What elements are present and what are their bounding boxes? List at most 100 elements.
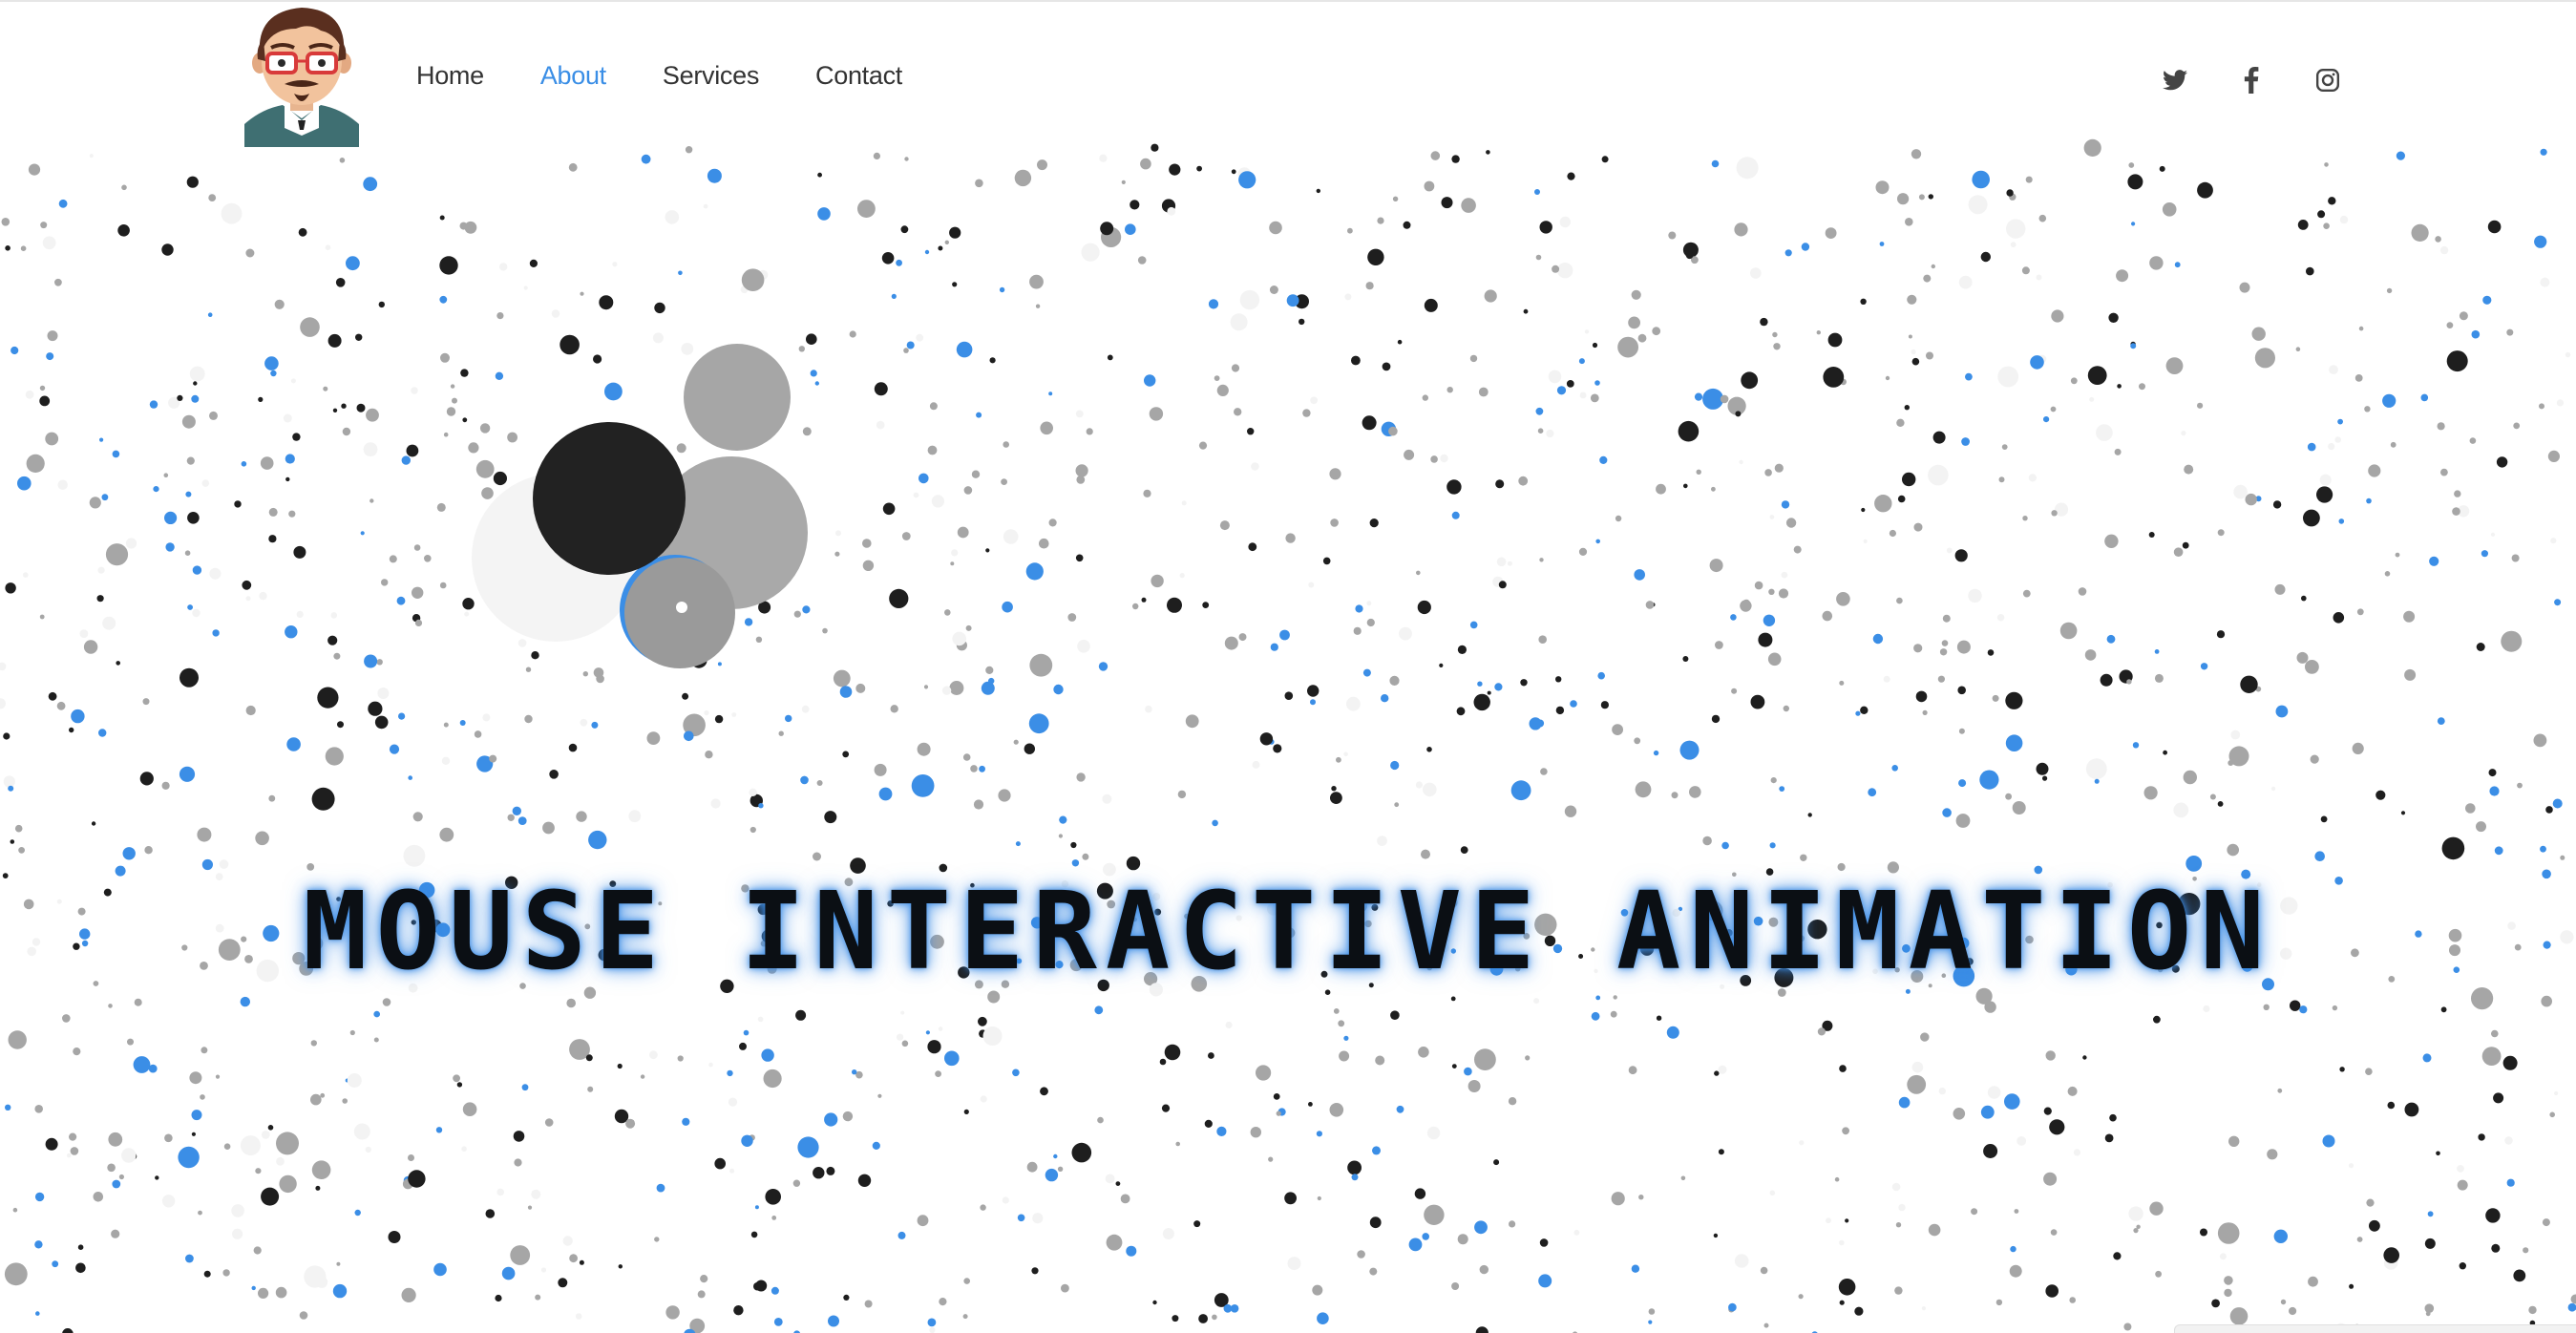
- particle: [517, 816, 527, 825]
- particle: [801, 705, 810, 713]
- particle: [440, 352, 450, 363]
- particle: [1070, 841, 1077, 849]
- particle: [373, 1037, 379, 1043]
- particle: [209, 567, 222, 580]
- facebook-icon[interactable]: [2236, 65, 2267, 95]
- particle: [877, 1093, 882, 1098]
- particle: [1408, 1238, 1423, 1252]
- particle: [900, 1010, 905, 1015]
- avatar-logo[interactable]: [243, 2, 361, 147]
- nav-home[interactable]: Home: [416, 61, 484, 91]
- particle: [889, 588, 909, 609]
- twitter-icon[interactable]: [2160, 65, 2190, 95]
- particle: [1735, 411, 1742, 417]
- particle: [127, 1038, 134, 1046]
- particle: [388, 1231, 401, 1243]
- particle: [901, 532, 911, 540]
- particle: [373, 1010, 381, 1018]
- particle: [2323, 222, 2330, 229]
- particle: [1891, 1182, 1901, 1192]
- particle: [1198, 1314, 1208, 1323]
- particle: [286, 737, 301, 751]
- particle: [741, 268, 765, 292]
- particle: [1075, 464, 1088, 477]
- particle: [2457, 1179, 2468, 1191]
- particle: [640, 1074, 645, 1079]
- particle: [1800, 854, 1807, 861]
- particle: [2030, 355, 2044, 370]
- instagram-icon[interactable]: [2312, 65, 2343, 95]
- particle: [91, 821, 96, 826]
- particle: [2356, 608, 2364, 616]
- nav-about[interactable]: About: [540, 61, 606, 91]
- particle: [495, 371, 504, 380]
- particle: [1537, 428, 1544, 434]
- particle: [1422, 394, 1429, 401]
- particle: [315, 1185, 321, 1191]
- particle: [749, 788, 757, 796]
- particle: [1369, 518, 1379, 528]
- particle: [1002, 1196, 1009, 1204]
- particle: [2386, 287, 2393, 294]
- particle: [1353, 626, 1362, 635]
- particle: [1683, 483, 1688, 489]
- particle: [1668, 231, 1677, 240]
- particle: [133, 1056, 151, 1073]
- particle: [1942, 808, 1952, 817]
- particle: [2305, 660, 2319, 674]
- particle: [510, 1245, 531, 1265]
- nav-services[interactable]: Services: [663, 61, 759, 91]
- particle: [952, 631, 966, 646]
- particle: [2496, 456, 2508, 468]
- particle: [891, 293, 897, 299]
- particle: [1394, 802, 1400, 808]
- particle: [5, 582, 16, 594]
- particle-canvas[interactable]: [0, 2, 2576, 1333]
- particle: [464, 611, 470, 617]
- particle: [1366, 618, 1375, 627]
- particle: [48, 691, 57, 701]
- particle: [413, 544, 421, 551]
- particle: [70, 1147, 79, 1155]
- particle: [1403, 221, 1411, 229]
- particle: [2010, 242, 2016, 248]
- particle: [261, 1131, 270, 1139]
- particle: [560, 334, 580, 355]
- particle: [1656, 1015, 1662, 1021]
- particle: [962, 753, 971, 761]
- particle: [1779, 786, 1785, 792]
- particle: [681, 343, 694, 355]
- particle: [45, 432, 59, 446]
- particle: [1987, 649, 1995, 656]
- particle: [1839, 680, 1845, 686]
- particle: [245, 248, 255, 258]
- particle: [193, 381, 198, 386]
- nav-contact[interactable]: Contact: [815, 61, 902, 91]
- particle: [1477, 681, 1483, 687]
- particle: [191, 1132, 196, 1136]
- particle: [2481, 550, 2488, 558]
- particle: [1496, 557, 1507, 567]
- particle: [1941, 640, 1949, 646]
- particle: [1286, 294, 1299, 307]
- particle: [2108, 312, 2119, 323]
- particle: [1372, 1146, 1381, 1155]
- particle: [320, 1092, 326, 1098]
- particle: [1518, 476, 1529, 486]
- particle: [2411, 223, 2429, 242]
- particle: [2173, 802, 2189, 818]
- particle: [474, 730, 482, 738]
- particle: [1894, 1286, 1903, 1295]
- particle: [1652, 327, 1661, 336]
- particle: [2050, 406, 2057, 413]
- particle: [2148, 532, 2155, 538]
- particle: [2549, 1111, 2555, 1118]
- particle: [1026, 1161, 1038, 1173]
- particle: [676, 443, 686, 454]
- particle: [1167, 206, 1176, 216]
- particle: [1529, 717, 1542, 730]
- particle: [507, 432, 517, 443]
- particle: [1382, 362, 1391, 371]
- particle: [1740, 600, 1752, 612]
- particle: [1980, 1105, 1995, 1119]
